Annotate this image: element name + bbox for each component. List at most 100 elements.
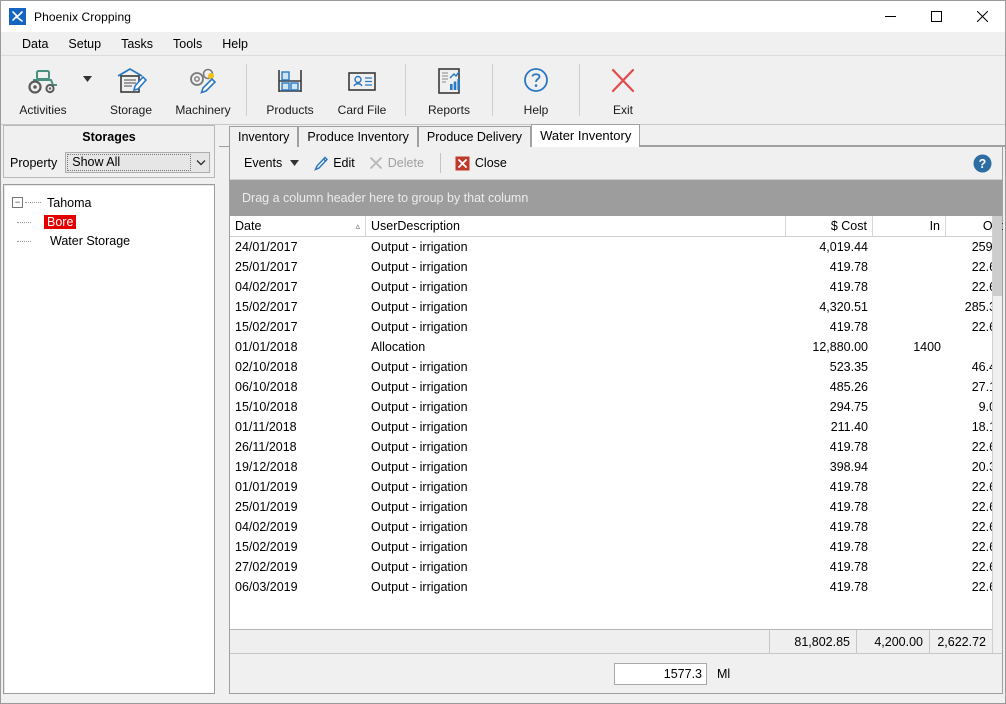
cell-out: 22.65 xyxy=(971,540,992,554)
cell-desc: Output - irrigation xyxy=(371,440,468,454)
report-chart-icon xyxy=(433,63,465,99)
cell-cost: 211.40 xyxy=(830,420,868,434)
table-row[interactable]: 27/02/2019 Output - irrigation 419.78 22.65 xyxy=(230,557,992,577)
cell-in xyxy=(873,397,946,417)
help-circle-icon[interactable]: ? xyxy=(973,154,992,178)
column-header-cost-label: $ Cost xyxy=(830,219,867,233)
table-row[interactable]: 26/11/2018 Output - irrigation 419.78 22.65 xyxy=(230,437,992,457)
tab-produce-delivery[interactable]: Produce Delivery xyxy=(417,126,532,147)
cell-cost: 419.78 xyxy=(829,520,868,534)
column-header-userdescription-label: UserDescription xyxy=(371,219,460,233)
menu-item-setup[interactable]: Setup xyxy=(59,34,110,54)
menu-item-help[interactable]: Help xyxy=(213,34,257,54)
property-filter-row: Property Show All xyxy=(3,149,215,178)
edit-button[interactable]: Edit xyxy=(307,152,361,175)
tab-inventory[interactable]: Inventory xyxy=(229,126,299,147)
table-row[interactable]: 15/10/2018 Output - irrigation 294.75 9.06 xyxy=(230,397,992,417)
tab-water-inventory[interactable]: Water Inventory xyxy=(531,124,641,147)
cell-out: 22.65 xyxy=(971,580,992,594)
tab-produce-inventory[interactable]: Produce Inventory xyxy=(298,126,418,147)
cell-in xyxy=(873,537,946,557)
ribbon-button-products[interactable]: Products xyxy=(254,56,326,124)
balance-value-field[interactable]: 1577.3 xyxy=(614,662,707,685)
table-row[interactable]: 24/01/2017 Output - irrigation 4,019.44 259… xyxy=(230,237,992,257)
table-row[interactable]: 01/11/2018 Output - irrigation 211.40 18.12 xyxy=(230,417,992,437)
storages-tree[interactable]: − Tahoma Bore Water Storage xyxy=(3,184,215,694)
cell-date: 27/02/2019 xyxy=(235,560,298,574)
table-row[interactable]: 15/02/2017 Output - irrigation 419.78 22.65 xyxy=(230,317,992,337)
tree-node-tahoma[interactable]: − Tahoma xyxy=(4,193,214,212)
ribbon-button-machinery[interactable]: Machinery xyxy=(167,56,239,124)
table-row[interactable]: 01/01/2018 Allocation 12,880.00 1400 xyxy=(230,337,992,357)
grid-rows: 24/01/2017 Output - irrigation 4,019.44 259… xyxy=(230,237,992,629)
cell-cost: 419.78 xyxy=(829,480,868,494)
table-row[interactable]: 04/02/2019 Output - irrigation 419.78 22.65 xyxy=(230,517,992,537)
tree-node-bore[interactable]: Bore xyxy=(4,212,214,231)
chevron-down-icon[interactable] xyxy=(192,159,209,166)
edit-label: Edit xyxy=(333,156,355,170)
grid-scroll-area: Date ▵ UserDescription $ Cost In 24/01/2… xyxy=(230,216,1003,653)
ribbon-button-card-file[interactable]: Card File xyxy=(326,56,398,124)
cell-in xyxy=(873,577,946,597)
table-row[interactable]: 04/02/2017 Output - irrigation 419.78 22.65 xyxy=(230,277,992,297)
ribbon-button-reports[interactable]: Reports xyxy=(413,56,485,124)
ribbon-button-activities[interactable]: Activities xyxy=(7,56,79,124)
app-window: Phoenix Cropping Data Setup Tasks Tools … xyxy=(0,0,1006,704)
close-button[interactable] xyxy=(959,1,1005,32)
ribbon-toolbar: Activities Storage Machinery Products Ca… xyxy=(1,56,1005,125)
table-row[interactable]: 06/03/2019 Output - irrigation 419.78 22.65 xyxy=(230,577,992,597)
ribbon-button-storage[interactable]: Storage xyxy=(95,56,167,124)
table-row[interactable]: 01/01/2019 Output - irrigation 419.78 22.65 xyxy=(230,477,992,497)
minimize-button[interactable] xyxy=(867,1,913,32)
main-body: Storages Property Show All − Tahoma Bore… xyxy=(1,124,1005,703)
menu-item-tasks[interactable]: Tasks xyxy=(112,34,162,54)
property-combo[interactable]: Show All xyxy=(65,152,210,173)
balance-unit-label: Ml xyxy=(717,666,731,681)
column-header-userdescription[interactable]: UserDescription xyxy=(366,216,786,236)
cell-date: 02/10/2018 xyxy=(235,360,298,374)
cell-cost: 485.26 xyxy=(829,380,868,394)
table-row[interactable]: 25/01/2019 Output - irrigation 419.78 22.65 xyxy=(230,497,992,517)
chevron-down-icon[interactable] xyxy=(290,160,300,166)
cell-out: 18.12 xyxy=(971,420,992,434)
events-label: Events xyxy=(244,156,283,170)
collapse-minus-icon[interactable]: − xyxy=(12,197,23,208)
column-header-cost[interactable]: $ Cost xyxy=(786,216,873,236)
cell-desc: Output - irrigation xyxy=(371,240,468,254)
table-row[interactable]: 25/01/2017 Output - irrigation 419.78 22.65 xyxy=(230,257,992,277)
cell-out: 22.65 xyxy=(971,520,992,534)
activities-dropdown-caret-icon[interactable] xyxy=(79,56,95,124)
ribbon-button-help[interactable]: Help xyxy=(500,56,572,124)
cell-date: 06/10/2018 xyxy=(235,380,298,394)
cell-out: 20.38 xyxy=(971,460,992,474)
delete-button[interactable]: Delete xyxy=(363,152,430,174)
water-inventory-panel: Inventory Produce Inventory Produce Deli… xyxy=(219,124,1005,703)
ribbon-button-exit[interactable]: Exit xyxy=(587,56,659,124)
vertical-scrollbar[interactable] xyxy=(992,216,1002,653)
cell-date: 06/03/2019 xyxy=(235,580,298,594)
menu-item-tools[interactable]: Tools xyxy=(164,34,211,54)
close-grid-button[interactable]: Close xyxy=(449,152,513,175)
tree-node-water-storage[interactable]: Water Storage xyxy=(4,231,214,250)
table-row[interactable]: 15/02/2017 Output - irrigation 4,320.51 285… xyxy=(230,297,992,317)
group-by-panel[interactable]: Drag a column header here to group by th… xyxy=(230,180,1002,216)
scrollbar-thumb[interactable] xyxy=(993,216,1002,296)
maximize-button[interactable] xyxy=(913,1,959,32)
events-button[interactable]: Events xyxy=(238,152,305,174)
menu-item-data[interactable]: Data xyxy=(13,34,57,54)
column-header-in[interactable]: In xyxy=(873,216,946,236)
cell-cost: 523.35 xyxy=(829,360,868,374)
ribbon-label-card-file: Card File xyxy=(337,103,387,117)
total-row-spacer xyxy=(230,630,770,653)
cell-in xyxy=(873,357,946,377)
table-row[interactable]: 15/02/2019 Output - irrigation 419.78 22.65 xyxy=(230,537,992,557)
table-row[interactable]: 19/12/2018 Output - irrigation 398.94 20.38 xyxy=(230,457,992,477)
ribbon-separator-3 xyxy=(492,64,493,116)
column-header-date[interactable]: Date ▵ xyxy=(230,216,366,236)
cell-date: 04/02/2017 xyxy=(235,280,298,294)
table-row[interactable]: 02/10/2018 Output - irrigation 523.35 46.46 xyxy=(230,357,992,377)
cell-desc: Output - irrigation xyxy=(371,380,468,394)
table-row[interactable]: 06/10/2018 Output - irrigation 485.26 27.18 xyxy=(230,377,992,397)
cell-cost: 419.78 xyxy=(829,500,868,514)
cell-cost: 419.78 xyxy=(829,280,868,294)
